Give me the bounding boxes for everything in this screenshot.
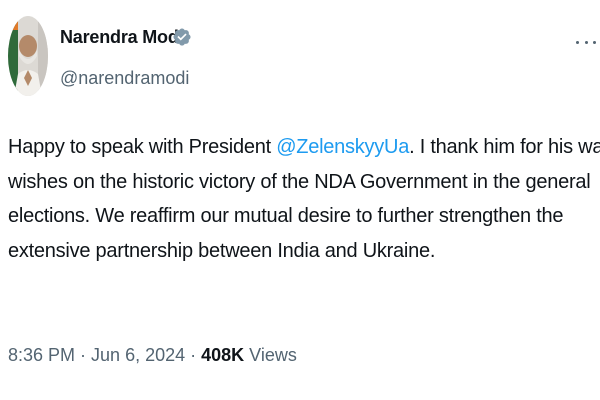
verified-badge-icon — [173, 28, 191, 46]
tweet-card: Narendra Modi @narendramodi Happy to spe… — [0, 0, 600, 400]
tweet-line: elections. We reaffirm our mutual desire… — [8, 205, 564, 227]
views-count: 408K — [201, 345, 245, 365]
avatar[interactable] — [8, 16, 48, 96]
tweet-text-prefix: Happy to speak with President — [8, 136, 277, 158]
tweet-line: extensive partnership between India and … — [8, 239, 436, 262]
tweet-meta: 8:36 PM · Jun 6, 2024 · 408K Views — [8, 345, 297, 366]
mention-link[interactable]: @ZelenskyyUa — [276, 136, 409, 158]
more-dots-icon — [576, 40, 579, 44]
author-handle[interactable]: @narendramodi — [60, 68, 189, 89]
meta-separator: · — [75, 345, 92, 365]
tweet-time[interactable]: 8:36 PM — [8, 345, 75, 365]
tweet-text-suffix: . I thank him for his warm — [409, 136, 600, 158]
meta-separator: · — [185, 345, 202, 365]
tweet-line: wishes on the historic victory of the ND… — [8, 170, 591, 193]
tweet-date[interactable]: Jun 6, 2024 — [91, 345, 185, 365]
author-name[interactable]: Narendra Modi — [60, 27, 184, 48]
tweet-line: Happy to speak with President @Zelenskyy… — [8, 130, 600, 165]
more-options-button[interactable] — [576, 38, 596, 46]
views-label: Views — [244, 345, 297, 365]
tweet-text: Happy to speak with President @Zelenskyy… — [8, 130, 600, 268]
